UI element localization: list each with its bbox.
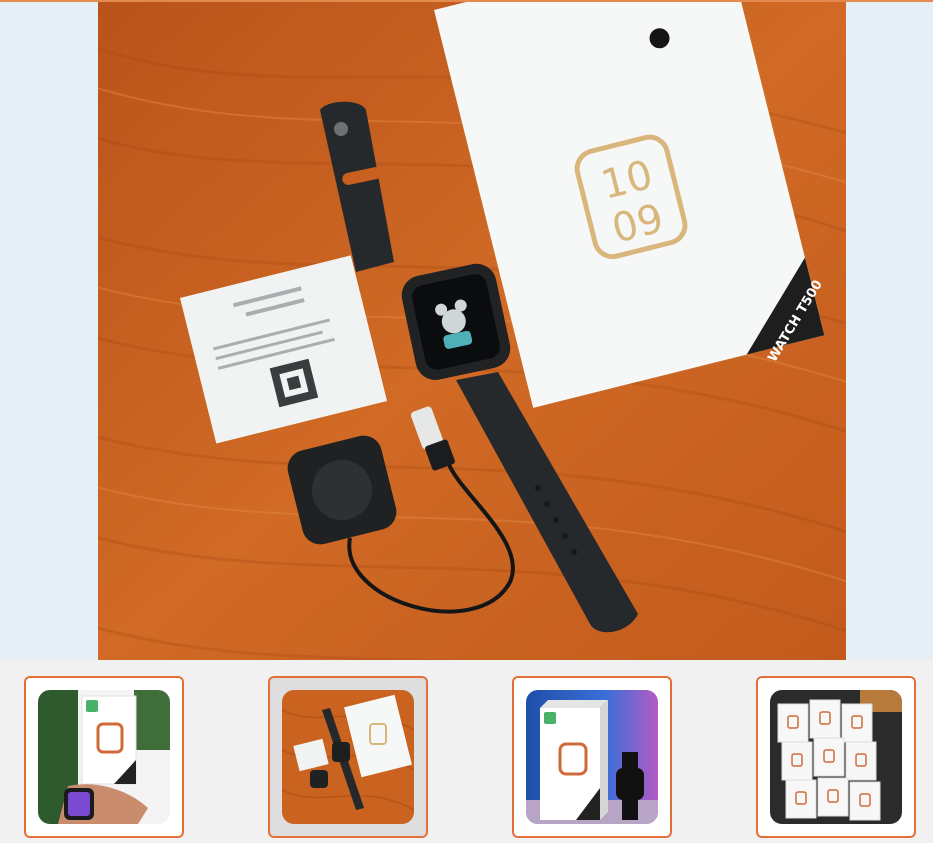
thumbnail-watch-flatlay-image [282, 690, 414, 824]
thumbnail-1[interactable] [24, 676, 184, 838]
main-image-area: 10 09 WATCH T500 [0, 2, 933, 660]
thumbnail-4[interactable] [756, 676, 916, 838]
thumbnail-watch-boxes-stack-image [770, 690, 902, 824]
main-product-image[interactable]: 10 09 WATCH T500 [98, 2, 846, 660]
product-photo-watch-flatlay: 10 09 WATCH T500 [98, 2, 846, 660]
thumbnail-2[interactable] [268, 676, 428, 838]
thumbnail-watch-on-wrist-image [38, 690, 170, 824]
thumbnail-watch-box-blue-image [526, 690, 658, 824]
thumbnail-strip [0, 660, 933, 843]
thumbnail-3[interactable] [512, 676, 672, 838]
